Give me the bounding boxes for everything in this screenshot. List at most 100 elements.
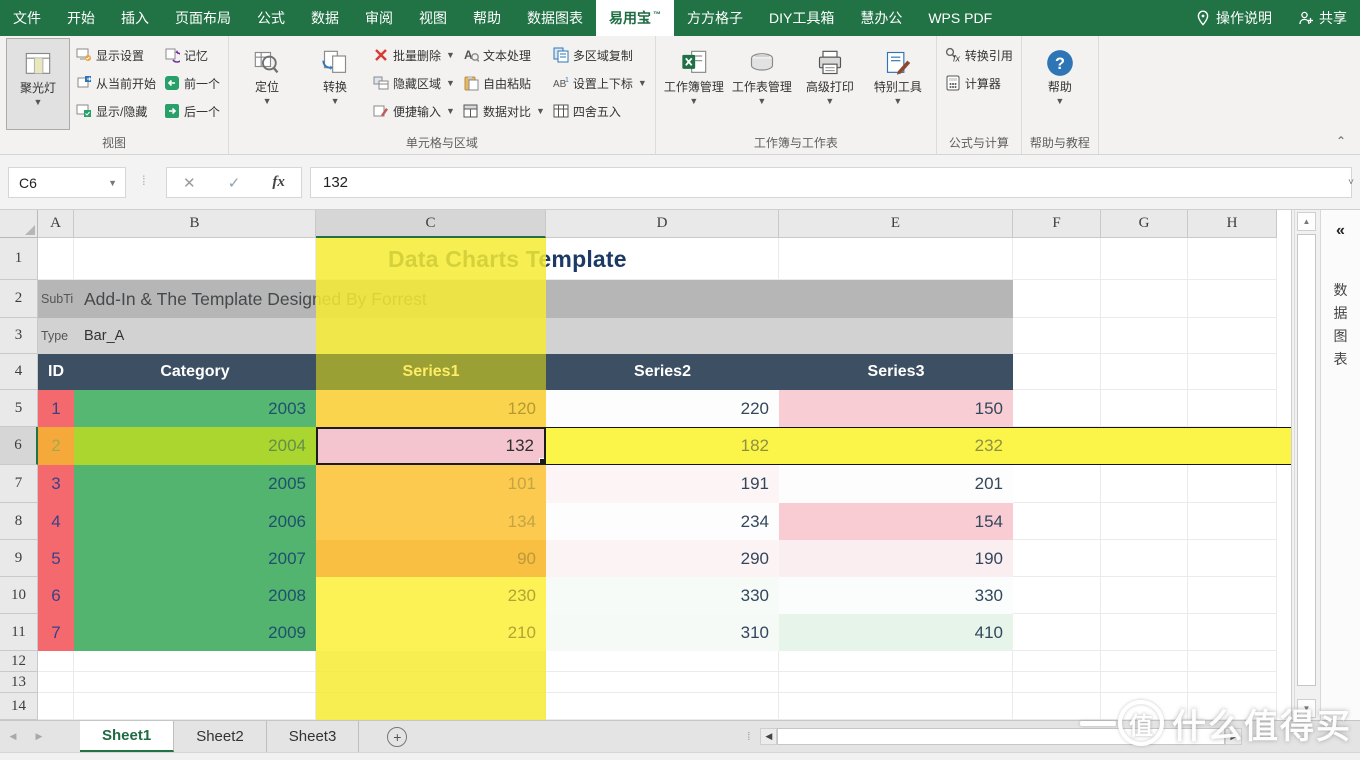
- cell-A12[interactable]: [38, 651, 74, 672]
- ribbon-tab-3[interactable]: 插入: [108, 0, 162, 36]
- cell-F10[interactable]: [1013, 577, 1101, 614]
- cell-B6[interactable]: 2004: [74, 427, 316, 465]
- ribbon-tab-13[interactable]: DIY工具箱: [756, 0, 847, 36]
- button-文本处理[interactable]: A文本处理: [461, 44, 547, 66]
- scroll-up-icon[interactable]: ▲: [1297, 212, 1316, 231]
- cell-C11[interactable]: 210: [316, 614, 546, 651]
- cell-E7[interactable]: 201: [779, 465, 1013, 503]
- sheet-tab-Sheet1[interactable]: Sheet1: [80, 721, 174, 752]
- button-批量删除[interactable]: 批量删除▼: [371, 44, 457, 66]
- cell-G7[interactable]: [1101, 465, 1188, 503]
- cell-G8[interactable]: [1101, 503, 1188, 540]
- cell-G9[interactable]: [1101, 540, 1188, 577]
- button-转换[interactable]: 转换▼: [303, 38, 367, 130]
- button-前一个[interactable]: 前一个: [162, 72, 222, 94]
- row-header-13[interactable]: 13: [0, 672, 38, 693]
- cell-H5[interactable]: [1188, 390, 1277, 427]
- dropdown-icon[interactable]: ▼: [331, 96, 340, 106]
- enter-icon[interactable]: ✓: [219, 174, 249, 192]
- ribbon-tab-2[interactable]: 开始: [54, 0, 108, 36]
- column-header-A[interactable]: A: [38, 210, 74, 238]
- ribbon-tab-5[interactable]: 公式: [244, 0, 298, 36]
- scroll-down-icon[interactable]: ▼: [1297, 699, 1316, 718]
- dropdown-icon[interactable]: ▼: [825, 96, 834, 106]
- cell-E10[interactable]: 330: [779, 577, 1013, 614]
- row-header-4[interactable]: 4: [0, 354, 38, 390]
- row-header-1[interactable]: 1: [0, 238, 38, 280]
- insert-function-icon[interactable]: fx: [264, 174, 294, 191]
- dropdown-icon[interactable]: ▼: [34, 97, 43, 107]
- horizontal-scrollbar[interactable]: ◀ ▶: [760, 728, 1242, 745]
- cell-E8[interactable]: 154: [779, 503, 1013, 540]
- cell-C4[interactable]: Series1: [316, 354, 546, 390]
- row-header-14[interactable]: 14: [0, 693, 38, 720]
- button-显示设置[interactable]: 显示设置: [74, 44, 158, 66]
- cell-D5[interactable]: 220: [546, 390, 779, 427]
- cell-B10[interactable]: 2008: [74, 577, 316, 614]
- cell-A1[interactable]: [38, 238, 74, 280]
- ribbon-tab-4[interactable]: 页面布局: [162, 0, 244, 36]
- sheet-tab-Sheet3[interactable]: Sheet3: [267, 721, 360, 752]
- cell-B5[interactable]: 2003: [74, 390, 316, 427]
- cell-A7[interactable]: 3: [38, 465, 74, 503]
- column-header-C[interactable]: C: [316, 210, 546, 238]
- collapsed-task-pane[interactable]: « 数据图表: [1320, 210, 1360, 752]
- dropdown-icon[interactable]: ▼: [446, 50, 455, 60]
- button-工作簿管理[interactable]: 工作簿管理▼: [662, 38, 726, 130]
- cell-B1[interactable]: [74, 238, 316, 280]
- ribbon-tab-8[interactable]: 视图: [406, 0, 460, 36]
- cell-F4[interactable]: [1013, 354, 1101, 390]
- cell-H4[interactable]: [1188, 354, 1277, 390]
- ribbon-tab-共享[interactable]: 共享: [1285, 0, 1360, 36]
- horizontal-scroll-thumb[interactable]: [777, 728, 1225, 745]
- cell-A11[interactable]: 7: [38, 614, 74, 651]
- cell-E12[interactable]: [779, 651, 1013, 672]
- button-后一个[interactable]: 后一个: [162, 100, 222, 122]
- cell-G13[interactable]: [1101, 672, 1188, 693]
- cell-H3[interactable]: [1188, 318, 1277, 354]
- cell-E4[interactable]: Series3: [779, 354, 1013, 390]
- dropdown-icon[interactable]: ▼: [757, 96, 766, 106]
- cell-B13[interactable]: [74, 672, 316, 693]
- cell-B11[interactable]: 2009: [74, 614, 316, 651]
- row-header-3[interactable]: 3: [0, 318, 38, 354]
- cell-B12[interactable]: [74, 651, 316, 672]
- cancel-icon[interactable]: ✕: [174, 174, 204, 192]
- button-转换引用[interactable]: fx转换引用: [943, 44, 1015, 66]
- formula-input[interactable]: 132: [310, 167, 1352, 198]
- ribbon-tab-10[interactable]: 数据图表: [514, 0, 596, 36]
- dropdown-icon[interactable]: ▼: [1055, 96, 1064, 106]
- button-自由粘贴[interactable]: 自由粘贴: [461, 72, 547, 94]
- cell-G2[interactable]: [1101, 280, 1188, 318]
- name-box[interactable]: C6 ▼: [8, 167, 126, 198]
- cell-A8[interactable]: 4: [38, 503, 74, 540]
- ribbon-tab-7[interactable]: 审阅: [352, 0, 406, 36]
- cell-D14[interactable]: [546, 693, 779, 720]
- cell-A5[interactable]: 1: [38, 390, 74, 427]
- button-聚光灯[interactable]: 聚光灯▼: [6, 38, 70, 130]
- dropdown-icon[interactable]: ▼: [446, 106, 455, 116]
- column-header-H[interactable]: H: [1188, 210, 1277, 238]
- button-数据对比[interactable]: 数据对比▼: [461, 100, 547, 122]
- name-box-dropdown-icon[interactable]: ▼: [108, 178, 117, 188]
- sheet-nav-left-icon[interactable]: ◀: [0, 721, 26, 752]
- button-记忆[interactable]: 记忆: [162, 44, 222, 66]
- cell-F14[interactable]: [1013, 693, 1101, 720]
- scroll-left-icon[interactable]: ◀: [760, 728, 777, 745]
- cell-C9[interactable]: 90: [316, 540, 546, 577]
- cell-H11[interactable]: [1188, 614, 1277, 651]
- cell-D7[interactable]: 191: [546, 465, 779, 503]
- cell-H9[interactable]: [1188, 540, 1277, 577]
- button-四舍五入[interactable]: 四舍五入: [551, 100, 649, 122]
- cell-B7[interactable]: 2005: [74, 465, 316, 503]
- expand-pane-icon[interactable]: «: [1321, 222, 1360, 240]
- column-header-D[interactable]: D: [546, 210, 779, 238]
- cell-F3[interactable]: [1013, 318, 1101, 354]
- row-header-12[interactable]: 12: [0, 651, 38, 672]
- cell-H1[interactable]: [1188, 238, 1277, 280]
- add-sheet-button[interactable]: +: [387, 727, 407, 747]
- cell-A14[interactable]: [38, 693, 74, 720]
- sheet-nav-right-icon[interactable]: ▶: [26, 721, 52, 752]
- cell-E6[interactable]: 232: [779, 427, 1013, 465]
- ribbon-tab-15[interactable]: WPS PDF: [915, 0, 1005, 36]
